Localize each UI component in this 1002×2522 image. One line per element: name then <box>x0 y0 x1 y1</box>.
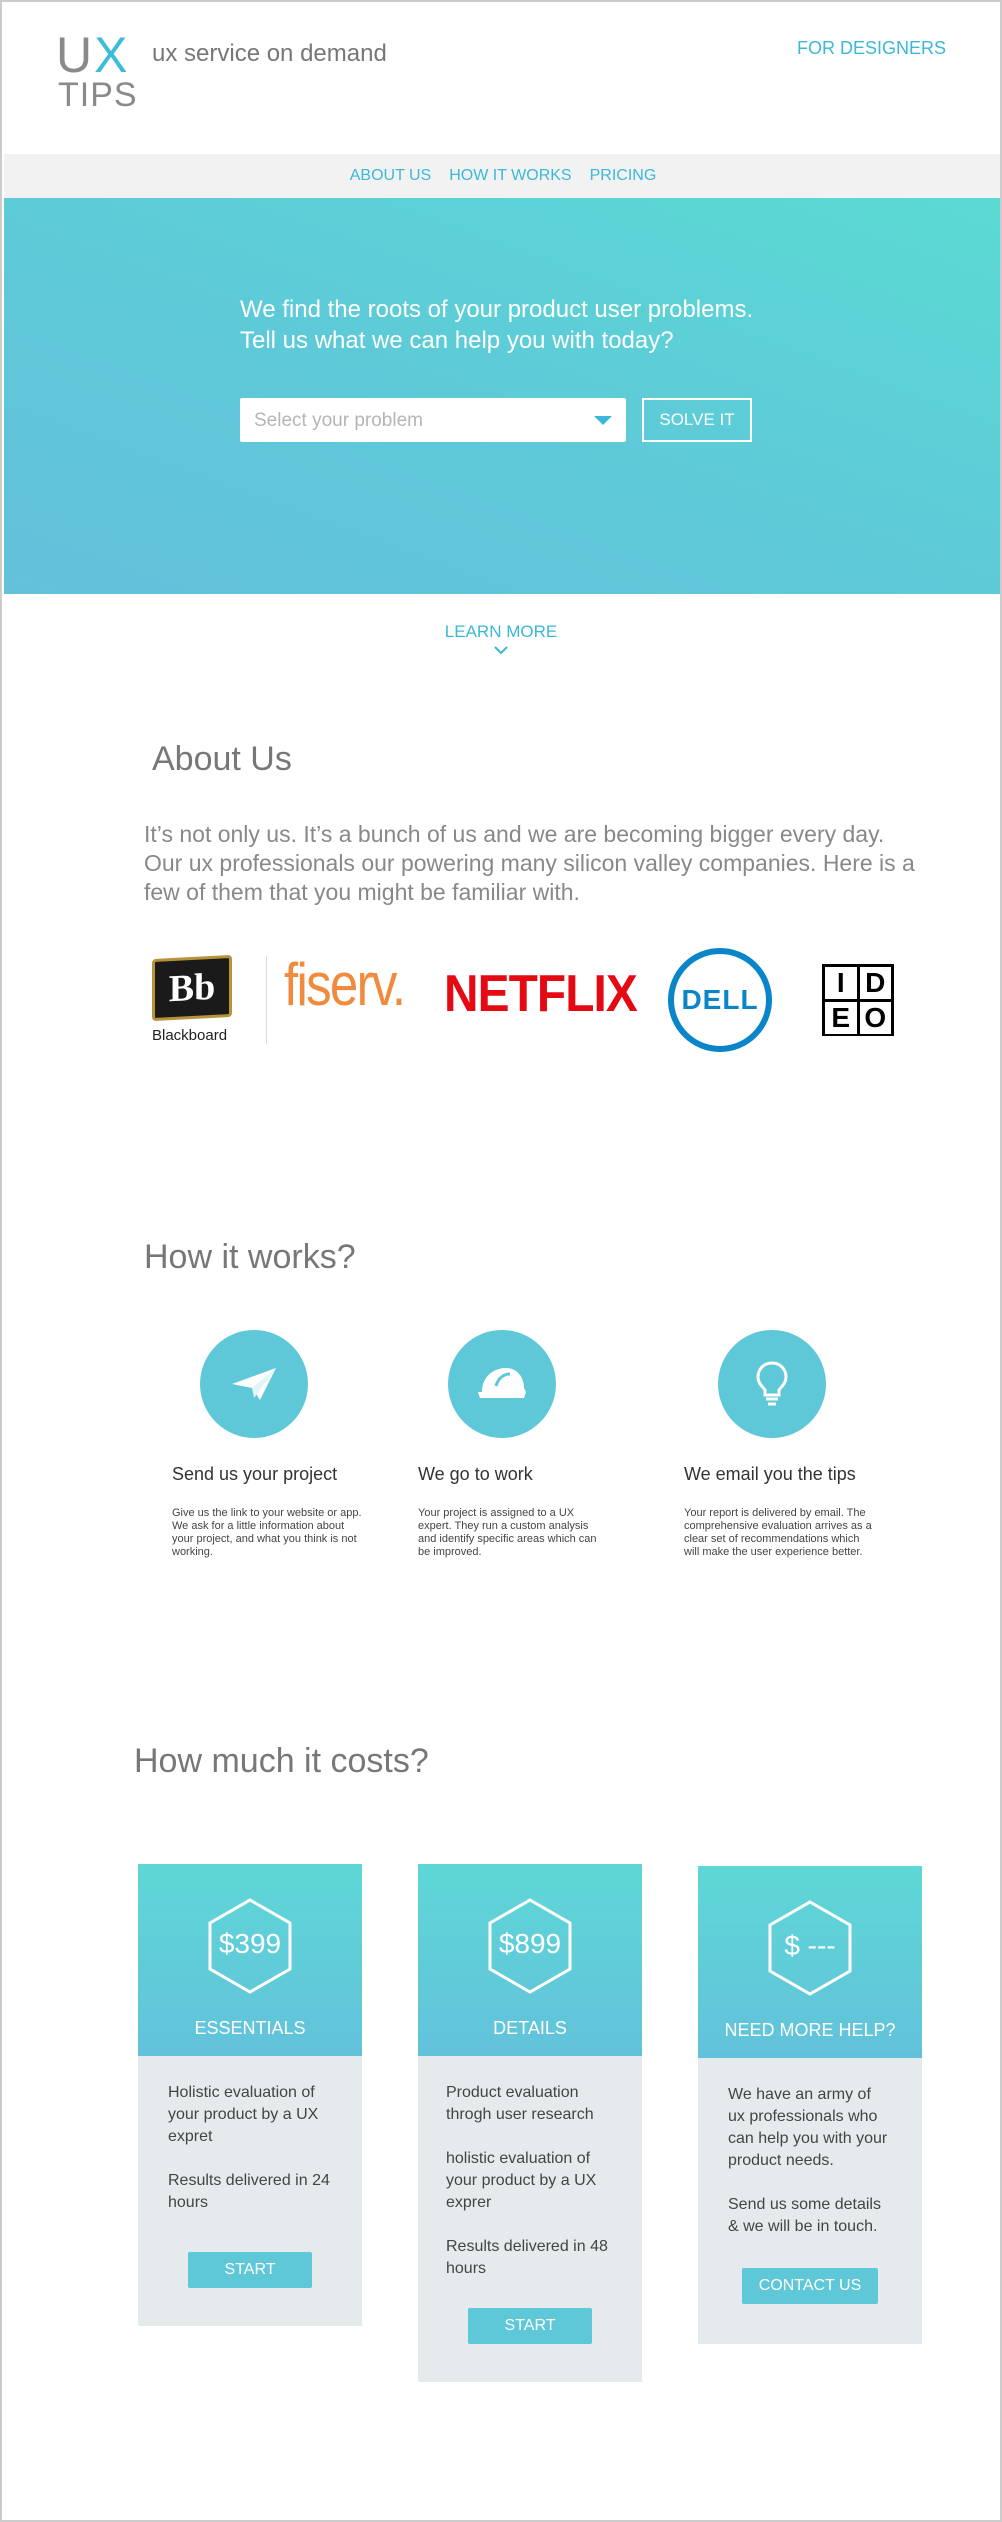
for-designers-link[interactable]: FOR DESIGNERS <box>797 38 946 59</box>
step-circle <box>448 1330 556 1438</box>
ux-tips-logo[interactable]: UX TIPS <box>56 27 138 114</box>
hero-line-2: Tell us what we can help you with today? <box>240 327 674 354</box>
plan-card-essentials: $399 ESSENTIALS Holistic evaluation of y… <box>138 1864 362 2326</box>
step-circle <box>718 1330 826 1438</box>
logo-divider <box>266 956 267 1044</box>
pricing-title: How much it costs? <box>134 1742 429 1780</box>
plan-line: holistic evaluation of your product by a… <box>446 2150 597 2211</box>
blackboard-name: Blackboard <box>152 1027 228 1044</box>
step-description: Your report is delivered by email. The c… <box>684 1507 872 1558</box>
plan-description: Product evaluation throgh user research … <box>418 2056 642 2280</box>
hero-text: We find the roots of your product user p… <box>240 294 753 356</box>
logo-ux: UX <box>56 27 130 83</box>
ideo-letter-d: D <box>859 967 891 999</box>
logo-tips: TIPS <box>58 76 138 114</box>
ideo-letter-o: O <box>859 1002 891 1034</box>
step-description: Your project is assigned to a UX expert.… <box>418 1507 597 1558</box>
ideo-letter-i: I <box>825 967 857 999</box>
plan-price: $ --- <box>784 1930 836 1961</box>
dell-logo: DELL <box>668 948 772 1052</box>
about-title: About Us <box>152 740 292 778</box>
plan-line: Holistic evaluation of your product by a… <box>168 2084 319 2145</box>
plan-description: We have an army of ux professionals who … <box>698 2058 922 2238</box>
main-nav: ABOUT US HOW IT WORKS PRICING <box>4 154 1000 198</box>
plan-description: Holistic evaluation of your product by a… <box>138 2056 362 2214</box>
plan-card-header: $899 DETAILS <box>418 1864 642 2056</box>
plan-card-header: $399 ESSENTIALS <box>138 1864 362 2056</box>
lightbulb-icon <box>756 1361 788 1406</box>
how-it-works-title: How it works? <box>144 1238 356 1276</box>
step-title: Send us your project <box>172 1464 338 1484</box>
step-title: We go to work <box>418 1464 533 1484</box>
plan-name: NEED MORE HELP? <box>724 2020 896 2040</box>
step-send-project: Send us your project Give us the link to… <box>172 1330 372 1559</box>
hero-line-1: We find the roots of your product user p… <box>240 296 754 323</box>
chevron-down-icon <box>494 646 508 655</box>
nav-how-it-works[interactable]: HOW IT WORKS <box>449 167 571 185</box>
plan-line: Results delivered in 24 hours <box>168 2172 330 2211</box>
client-logos: Bb Blackboard fiserv. NETFLIX DELL I D E… <box>150 942 910 1054</box>
step-we-go-to-work: We go to work Your project is assigned t… <box>418 1330 618 1559</box>
ideo-logo: I D E O <box>822 964 894 1036</box>
step-circle <box>200 1330 308 1438</box>
step-email-tips: We email you the tips Your report is del… <box>684 1330 884 1559</box>
ideo-letter-e: E <box>825 1002 857 1034</box>
solve-it-button[interactable]: SOLVE IT <box>642 398 752 442</box>
plan-card-header: $ --- NEED MORE HELP? <box>698 1866 922 2058</box>
learn-more[interactable]: LEARN MORE <box>2 622 1000 656</box>
problem-select-placeholder: Select your problem <box>254 410 423 431</box>
plan-line: Send us some details & we will be in tou… <box>728 2196 881 2235</box>
hero-section: We find the roots of your product user p… <box>4 198 1000 594</box>
header: UX TIPS ux service on demand FOR DESIGNE… <box>2 2 1000 154</box>
plan-card-need-more-help: $ --- NEED MORE HELP? We have an army of… <box>698 1866 922 2344</box>
start-button[interactable]: START <box>188 2252 312 2288</box>
start-button[interactable]: START <box>468 2308 592 2344</box>
plan-price: $399 <box>218 1928 282 1959</box>
blackboard-mark: Bb <box>152 954 232 1022</box>
plan-card-details: $899 DETAILS Product evaluation throgh u… <box>418 1864 642 2382</box>
plan-name: DETAILS <box>493 2018 567 2038</box>
tagline: ux service on demand <box>152 40 387 67</box>
hard-hat-icon <box>478 1368 526 1398</box>
fiserv-logo: fiserv. <box>284 951 406 1018</box>
plan-line: Results delivered in 48 hours <box>446 2238 608 2277</box>
nav-pricing[interactable]: PRICING <box>590 167 657 185</box>
contact-us-button[interactable]: CONTACT US <box>742 2268 878 2304</box>
about-text: It’s not only us. It’s a bunch of us and… <box>144 821 915 905</box>
plan-price: $899 <box>498 1928 562 1959</box>
caret-down-icon <box>594 416 612 425</box>
nav-about-us[interactable]: ABOUT US <box>350 167 432 185</box>
plan-line: We have an army of ux professionals who … <box>728 2086 888 2169</box>
problem-select[interactable]: Select your problem <box>240 398 626 442</box>
plan-line: Product evaluation throgh user research <box>446 2084 594 2123</box>
netflix-logo: NETFLIX <box>444 965 638 1023</box>
step-description: Give us the link to your website or app.… <box>172 1507 362 1558</box>
blackboard-logo: Bb Blackboard <box>150 954 240 1053</box>
learn-more-label: LEARN MORE <box>444 622 558 641</box>
page-frame: UX TIPS ux service on demand FOR DESIGNE… <box>0 0 1002 2522</box>
paper-plane-icon <box>232 1368 276 1400</box>
step-title: We email you the tips <box>684 1464 856 1484</box>
plan-name: ESSENTIALS <box>194 2018 306 2038</box>
